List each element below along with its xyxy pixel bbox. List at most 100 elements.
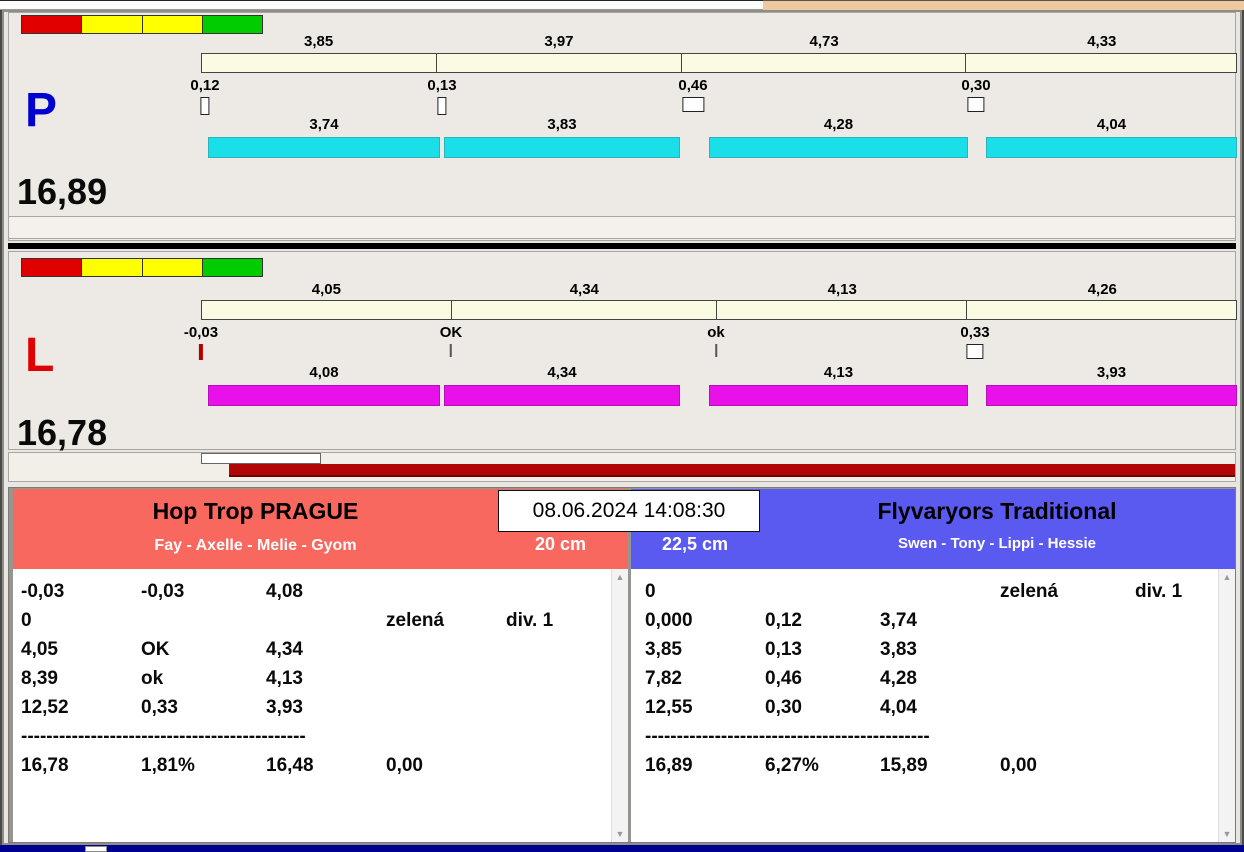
reaction-time-label: -0,03 bbox=[183, 324, 219, 341]
result-separator: ----------------------------------------… bbox=[21, 725, 306, 747]
lane-divider bbox=[8, 243, 1236, 249]
split-time-label: 4,04 bbox=[1096, 116, 1127, 133]
timeline-segment bbox=[717, 301, 968, 319]
scroll-up-icon[interactable]: ▲ bbox=[1223, 572, 1232, 582]
reaction-time-label: 0,46 bbox=[678, 77, 708, 94]
lane-p-split-bar bbox=[986, 137, 1237, 158]
result-cell: 0,33 bbox=[141, 696, 178, 718]
lane-p-marker-3: 0,46 bbox=[678, 77, 708, 112]
results-section: Hop Trop PRAGUE Fay - Axelle - Melie - G… bbox=[8, 487, 1236, 843]
timeline-segment bbox=[202, 301, 453, 319]
traffic-light-yellow-icon bbox=[82, 259, 143, 276]
result-cell: 0,12 bbox=[765, 609, 802, 631]
reaction-time-label: 0,33 bbox=[960, 324, 990, 341]
result-cell: 1,81% bbox=[141, 754, 195, 776]
scroll-down-icon[interactable]: ▼ bbox=[1223, 829, 1232, 839]
lane-l-marker-4: 0,33 bbox=[960, 324, 990, 359]
lane-l-top-split-labels: 4,05 4,34 4,13 4,26 bbox=[201, 281, 1237, 298]
result-cell: ok bbox=[141, 667, 164, 689]
team-right-panel: Flyvaryors Traditional Swen - Tony - Lip… bbox=[631, 489, 1235, 842]
split-time-label: 4,73 bbox=[809, 33, 839, 50]
lane-l-split-bar bbox=[208, 385, 440, 406]
lane-p-marker-1: 0,12 bbox=[190, 77, 220, 115]
result-cell: 4,28 bbox=[880, 667, 917, 689]
result-cell: 12,55 bbox=[645, 696, 693, 718]
split-marker-box-icon bbox=[967, 97, 985, 112]
result-row: 0 zelená div. 1 bbox=[631, 577, 1235, 606]
lane-p-total-time: 16,89 bbox=[17, 171, 108, 212]
scroll-down-icon[interactable]: ▼ bbox=[616, 829, 625, 839]
split-time-label: 4,28 bbox=[823, 116, 854, 133]
result-totals-row: 16,78 1,81% 16,48 0,00 bbox=[13, 751, 628, 780]
result-cell: 4,13 bbox=[266, 667, 303, 689]
result-cell: 0,000 bbox=[645, 609, 693, 631]
result-separator: ----------------------------------------… bbox=[645, 725, 930, 747]
result-cell: 4,05 bbox=[21, 638, 58, 660]
lane-p-split-bar bbox=[444, 137, 680, 158]
reaction-time-label: ok bbox=[707, 324, 725, 341]
timeline-segment bbox=[437, 54, 682, 72]
lane-p-letter: P bbox=[25, 84, 58, 137]
scrollbar[interactable]: ▲ ▼ bbox=[611, 569, 628, 842]
team-left-panel: Hop Trop PRAGUE Fay - Axelle - Melie - G… bbox=[13, 489, 628, 842]
split-marker-box-icon bbox=[681, 97, 704, 112]
reaction-time-label: 0,30 bbox=[961, 77, 991, 94]
team-members: Swen - Tony - Lippi - Hessie bbox=[897, 535, 1097, 552]
scroll-up-icon[interactable]: ▲ bbox=[616, 572, 625, 582]
lane-p-section: 3,85 3,97 4,73 4,33 0,12 0,13 0,46 0,30 … bbox=[8, 12, 1237, 241]
background-titlebar-strip bbox=[763, 0, 1244, 10]
lane-l-marker-3: ok bbox=[707, 324, 725, 357]
traffic-light-yellow-icon bbox=[142, 259, 203, 276]
start-lights-l bbox=[21, 258, 263, 277]
lane-p-timeline-bar bbox=[201, 53, 1237, 73]
split-time-label: 4,33 bbox=[1087, 33, 1117, 50]
result-cell: 16,78 bbox=[21, 754, 69, 776]
traffic-light-yellow-icon bbox=[82, 16, 143, 33]
timeline-segment bbox=[452, 301, 717, 319]
result-cell: 3,85 bbox=[645, 638, 682, 660]
lane-l-section: 4,05 4,34 4,13 4,26 -0,03 OK ok 0,33 4,0… bbox=[8, 251, 1237, 451]
traffic-light-red-icon bbox=[22, 259, 83, 276]
split-time-label: 4,08 bbox=[309, 364, 339, 381]
result-cell: zelená bbox=[1000, 580, 1059, 602]
result-row: 0,000 0,12 3,74 bbox=[631, 606, 1235, 635]
split-marker-box-icon bbox=[437, 97, 447, 115]
background-window-strip bbox=[0, 0, 763, 10]
team-members: Fay - Axelle - Melie - Gyom bbox=[154, 537, 357, 554]
result-cell: 4,08 bbox=[266, 580, 303, 602]
lane-p-empty-strip bbox=[9, 216, 1235, 239]
timeline-segment bbox=[202, 54, 437, 72]
result-row: -0,03 -0,03 4,08 bbox=[13, 577, 628, 606]
reaction-time-label: OK bbox=[439, 324, 463, 341]
timeline-segment bbox=[682, 54, 967, 72]
team-name: Flyvaryors Traditional bbox=[877, 498, 1117, 524]
split-marker-box-icon bbox=[200, 97, 210, 115]
reaction-time-label: 0,12 bbox=[190, 77, 220, 94]
result-cell: 16,48 bbox=[266, 754, 314, 776]
lane-l-split-bar bbox=[986, 385, 1237, 406]
scrollbar[interactable]: ▲ ▼ bbox=[1218, 569, 1235, 842]
result-row: 0 zelená div. 1 bbox=[13, 606, 628, 635]
result-cell: OK bbox=[141, 638, 170, 660]
traffic-light-green-icon bbox=[202, 259, 262, 276]
taskbar-item[interactable] bbox=[85, 846, 107, 852]
result-cell: 3,93 bbox=[266, 696, 303, 718]
split-time-label: 4,05 bbox=[311, 281, 341, 298]
fault-marker-icon bbox=[198, 344, 203, 360]
lane-l-marker-2: OK bbox=[439, 324, 463, 357]
result-cell: 3,83 bbox=[880, 638, 917, 660]
traffic-light-green-icon bbox=[202, 16, 262, 33]
timeline-segment bbox=[966, 54, 1236, 72]
result-cell: 0,00 bbox=[1000, 754, 1037, 776]
datetime-display: 08.06.2024 14:08:30 bbox=[498, 490, 760, 532]
taskbar[interactable] bbox=[0, 845, 1244, 852]
start-lights-p bbox=[21, 15, 263, 34]
split-time-label: 3,93 bbox=[1096, 364, 1127, 381]
result-cell: div. 1 bbox=[506, 609, 554, 631]
reaction-time-label: 0,13 bbox=[427, 77, 457, 94]
lane-p-marker-2: 0,13 bbox=[427, 77, 457, 115]
split-time-label: 4,13 bbox=[823, 364, 854, 381]
result-cell: 16,89 bbox=[645, 754, 693, 776]
tick-marker-icon bbox=[714, 344, 717, 357]
result-cell: 0,46 bbox=[765, 667, 802, 689]
